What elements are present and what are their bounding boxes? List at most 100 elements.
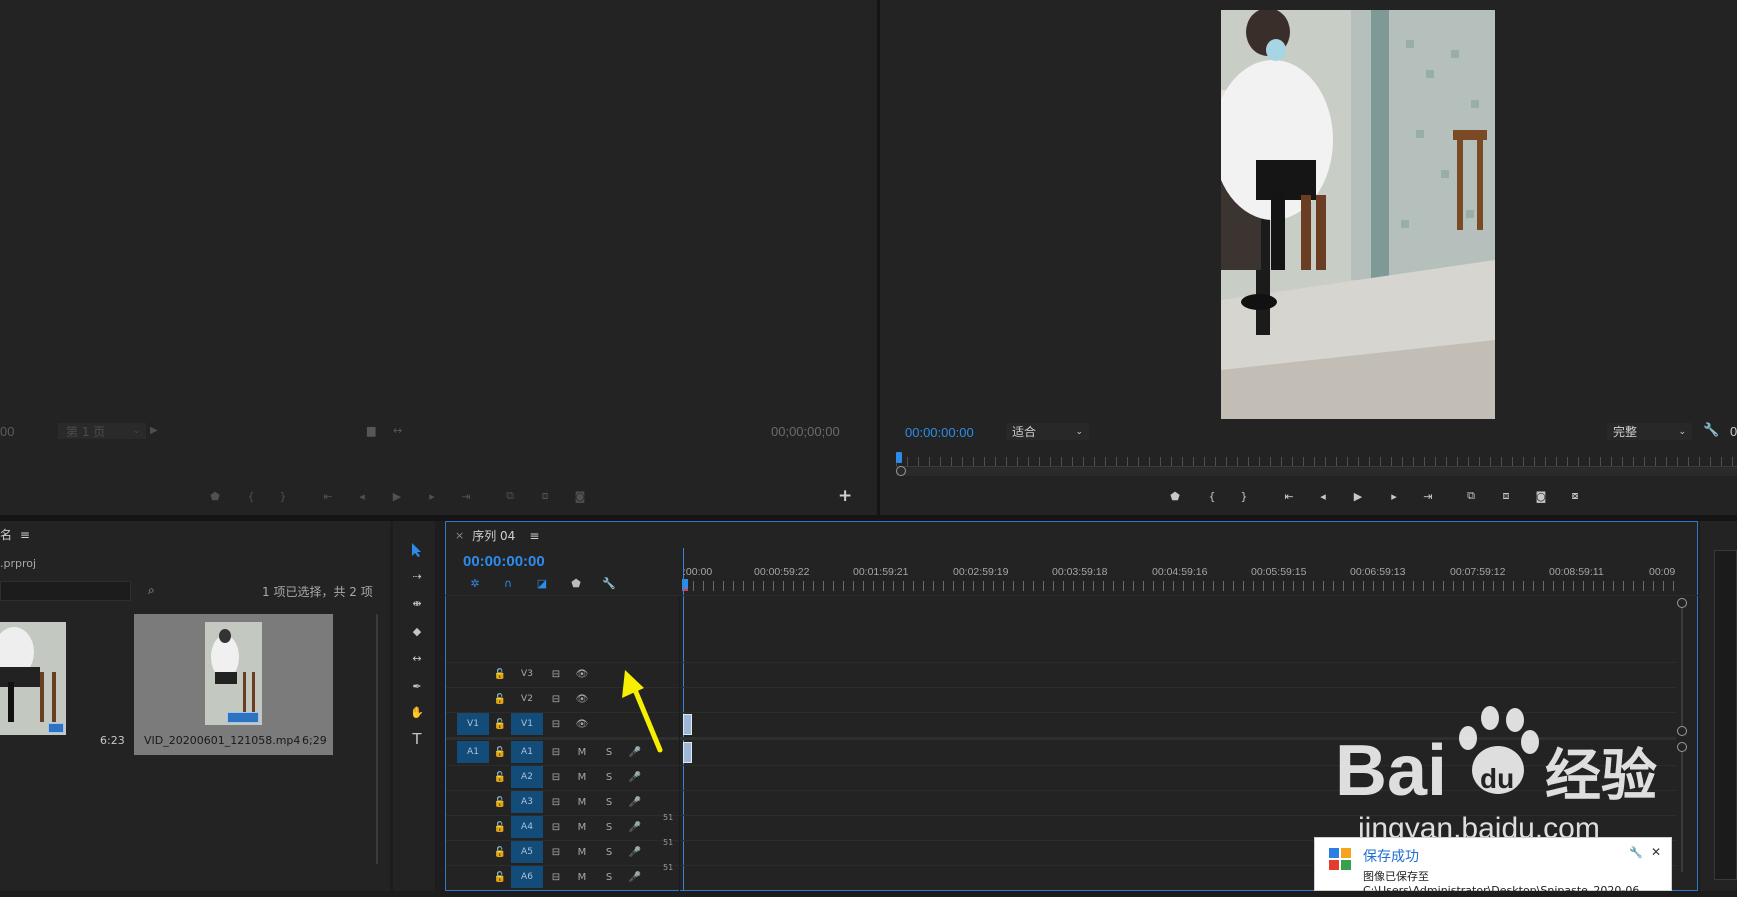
mute-button[interactable]: M	[575, 866, 589, 888]
track-name[interactable]: V1	[511, 713, 543, 735]
insert-icon[interactable]: ⧉	[502, 489, 518, 503]
track-name[interactable]: A5	[511, 841, 543, 863]
find-icon[interactable]: ⌕	[148, 583, 155, 598]
go-to-out-icon[interactable]: ⇥	[1420, 489, 1436, 503]
track-name[interactable]: V3	[511, 663, 543, 685]
audio-clip[interactable]	[683, 742, 692, 763]
step-forward-icon[interactable]: ▸	[1386, 489, 1402, 503]
project-item-selected[interactable]: VID_20200601_121058.mp4 6;29	[134, 614, 333, 755]
timeline-timecode[interactable]: 00:00:00:00	[463, 553, 545, 570]
go-to-out-icon[interactable]: ⇥	[458, 489, 474, 503]
sync-lock-icon[interactable]: ⊟	[549, 741, 563, 763]
mark-in-icon[interactable]: {	[1204, 489, 1220, 503]
program-timecode[interactable]: 00:00:00:00	[905, 425, 974, 440]
lock-icon[interactable]: 🔓	[493, 841, 507, 863]
lift-icon[interactable]: ⧉	[1463, 489, 1479, 503]
camera-icon[interactable]: ◙	[1533, 489, 1549, 503]
eye-icon[interactable]: 👁	[575, 663, 589, 685]
timeline-tab[interactable]: × 序列 04 ≡	[455, 527, 539, 544]
track-name[interactable]: A1	[511, 741, 543, 763]
mute-button[interactable]: M	[575, 816, 589, 838]
timeline-vertical-scroll-top[interactable]	[1677, 598, 1687, 608]
track-name[interactable]: A2	[511, 766, 543, 788]
step-back-icon[interactable]: ◂	[1315, 489, 1331, 503]
eye-icon[interactable]: 👁	[575, 713, 589, 735]
microphone-icon[interactable]: 🎤	[628, 816, 642, 838]
mark-in-icon[interactable]: {	[243, 489, 259, 503]
sync-lock-icon[interactable]: ⊟	[549, 663, 563, 685]
solo-button[interactable]: S	[602, 866, 616, 888]
lock-icon[interactable]: 🔓	[493, 741, 507, 763]
hand-tool-icon[interactable]: ✋	[405, 701, 429, 723]
menu-icon[interactable]: ≡	[20, 528, 30, 542]
lock-icon[interactable]: 🔓	[493, 663, 507, 685]
lock-icon[interactable]: 🔓	[493, 766, 507, 788]
program-playhead[interactable]	[896, 452, 902, 463]
sync-lock-icon[interactable]: ⊟	[549, 766, 563, 788]
sync-lock-icon[interactable]: ⊟	[549, 841, 563, 863]
slip-tool-icon[interactable]: ↔	[405, 647, 429, 669]
menu-icon[interactable]: ≡	[529, 529, 539, 543]
quality-select[interactable]: 完整 ⌄	[1607, 423, 1692, 440]
lock-icon[interactable]: 🔓	[493, 816, 507, 838]
source-patch-v1[interactable]: V1	[457, 713, 489, 735]
ripple-edit-tool-icon[interactable]: ⇼	[405, 592, 429, 614]
add-marker-icon[interactable]: ⬟	[568, 576, 584, 590]
mark-out-icon[interactable]: }	[1236, 489, 1252, 503]
video-clip[interactable]	[683, 714, 692, 735]
go-to-in-icon[interactable]: ⇤	[1281, 489, 1297, 503]
sync-lock-icon[interactable]: ⊟	[549, 816, 563, 838]
fit-select[interactable]: 适合 ⌄	[1006, 423, 1089, 440]
play-small-icon[interactable]: ▶	[150, 425, 158, 436]
marker-icon[interactable]: ⬟	[1167, 489, 1183, 503]
page-select[interactable]: 第 1 页 ⌄	[58, 423, 146, 439]
wrench-icon[interactable]: 🔧	[1703, 423, 1719, 438]
save-toast[interactable]: 保存成功 图像已保存至 C:\Users\Administrator\Deskt…	[1314, 837, 1672, 897]
play-icon[interactable]: ▶	[1350, 489, 1366, 503]
snap-icon[interactable]: ∩	[500, 576, 516, 590]
nest-icon[interactable]: ✲	[467, 576, 483, 590]
lock-icon[interactable]: 🔓	[493, 866, 507, 888]
project-item[interactable]: 6:23	[0, 614, 128, 754]
overwrite-icon[interactable]: ⧈	[537, 489, 553, 503]
close-icon[interactable]: ×	[455, 529, 464, 542]
lock-icon[interactable]: 🔓	[493, 688, 507, 710]
search-input[interactable]	[0, 581, 131, 601]
pen-tool-icon[interactable]: ✒	[405, 675, 429, 697]
project-scrollbar[interactable]	[376, 614, 378, 864]
monitor-divider[interactable]	[877, 0, 880, 515]
mute-button[interactable]: M	[575, 741, 589, 763]
zoom-handle-left[interactable]	[896, 466, 906, 476]
dropped-frames-icon[interactable]: ↔	[393, 424, 402, 437]
solo-button[interactable]: S	[602, 816, 616, 838]
mark-out-icon[interactable]: }	[275, 489, 291, 503]
sync-lock-icon[interactable]: ⊟	[549, 688, 563, 710]
track-name[interactable]: A3	[511, 791, 543, 813]
add-button[interactable]: +	[838, 486, 852, 506]
step-back-icon[interactable]: ◂	[354, 489, 370, 503]
eye-icon[interactable]: 👁	[575, 688, 589, 710]
program-zoom-bar[interactable]	[896, 466, 1737, 476]
go-to-in-icon[interactable]: ⇤	[320, 489, 336, 503]
timeline-settings-wrench-icon[interactable]: 🔧	[601, 576, 617, 590]
mute-button[interactable]: M	[575, 791, 589, 813]
toast-close-button[interactable]: ✕	[1651, 845, 1661, 859]
solo-button[interactable]: S	[602, 741, 616, 763]
microphone-icon[interactable]: 🎤	[628, 841, 642, 863]
mute-button[interactable]: M	[575, 841, 589, 863]
extract-icon[interactable]: ⧈	[1498, 489, 1514, 503]
export-frame-icon[interactable]: ▆	[367, 424, 375, 437]
type-tool-icon[interactable]: T	[405, 728, 429, 750]
source-patch-a1[interactable]: A1	[457, 741, 489, 763]
toast-settings-wrench-icon[interactable]: 🔧	[1629, 846, 1643, 859]
solo-button[interactable]: S	[602, 766, 616, 788]
track-name[interactable]: A4	[511, 816, 543, 838]
microphone-icon[interactable]: 🎤	[628, 766, 642, 788]
project-tab[interactable]: 名 ≡	[0, 526, 30, 543]
microphone-icon[interactable]: 🎤	[628, 791, 642, 813]
sync-lock-icon[interactable]: ⊟	[549, 791, 563, 813]
sync-lock-icon[interactable]: ⊟	[549, 713, 563, 735]
track-select-tool-icon[interactable]: ⇢	[405, 565, 429, 587]
solo-button[interactable]: S	[602, 841, 616, 863]
marker-icon[interactable]: ⬟	[207, 489, 223, 503]
